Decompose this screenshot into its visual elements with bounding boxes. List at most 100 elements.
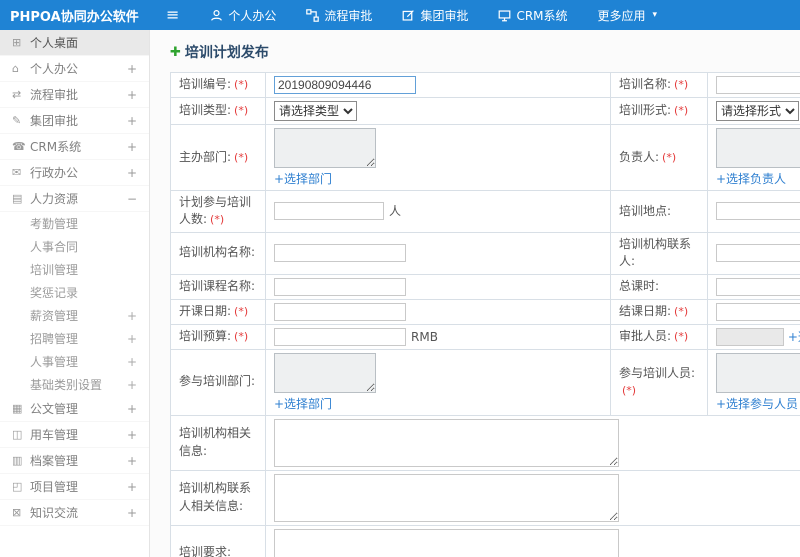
course-name-input[interactable] bbox=[274, 277, 406, 296]
required-marker: (*) bbox=[234, 329, 249, 343]
field-label: 总课时: bbox=[610, 273, 708, 300]
select-approver-link[interactable]: +选择审批人员 bbox=[788, 330, 800, 344]
select-join-dept-link[interactable]: +选择部门 bbox=[274, 395, 332, 412]
sidebar-subitem-attendance[interactable]: 考勤管理 bbox=[0, 212, 149, 235]
sidebar-subitem-salary[interactable]: 薪资管理 + bbox=[0, 304, 149, 327]
training-type-select[interactable]: 请选择类型 bbox=[274, 101, 357, 121]
expand-icon: + bbox=[126, 505, 137, 520]
sidebar-item-process-approval[interactable]: ⇄ 流程审批 + bbox=[0, 82, 149, 108]
project-icon: ◰ bbox=[12, 480, 23, 493]
form-row: 开课日期: (*) 结课日期: (*) bbox=[170, 298, 800, 325]
select-dept-link[interactable]: +选择部门 bbox=[274, 170, 332, 187]
topnav-process-approval[interactable]: 流程审批 bbox=[291, 0, 387, 30]
host-dept-textarea[interactable] bbox=[274, 128, 376, 168]
sidebar-item-group-approval[interactable]: ✎ 集团审批 + bbox=[0, 108, 149, 134]
start-date-input[interactable] bbox=[274, 302, 406, 321]
select-leader-link[interactable]: +选择负责人 bbox=[716, 170, 786, 187]
form-row: 培训要求: bbox=[170, 524, 800, 557]
sidebar-item-hr[interactable]: ▤ 人力资源 − bbox=[0, 186, 149, 212]
topnav-group-approval[interactable]: 集团审批 bbox=[387, 0, 483, 30]
sidebar-subitem-training[interactable]: 培训管理 bbox=[0, 258, 149, 281]
end-date-input[interactable] bbox=[716, 302, 800, 321]
training-place-input[interactable] bbox=[716, 202, 800, 221]
document-icon: ▦ bbox=[12, 402, 23, 415]
form-row: 计划参与培训人数: (*) 人 培训地点: bbox=[170, 190, 800, 233]
topnav-personal-office[interactable]: 个人办公 bbox=[195, 0, 291, 30]
add-icon: ✚ bbox=[170, 44, 181, 60]
required-marker: (*) bbox=[234, 78, 249, 92]
vehicle-icon: ◫ bbox=[12, 428, 23, 441]
join-person-textarea[interactable] bbox=[716, 352, 800, 393]
topnav-crm[interactable]: CRM系统 bbox=[483, 0, 582, 30]
sidebar-item-project[interactable]: ◰ 项目管理 + bbox=[0, 474, 149, 500]
form-row: 培训机构名称: 培训机构联系人: bbox=[170, 231, 800, 275]
required-marker: (*) bbox=[210, 213, 225, 227]
topbar: PHPOA协同办公软件 ≡ 个人办公 流程审批 集团审批 CRM系统 更多应用 … bbox=[0, 0, 800, 30]
sidebar-subitem-reward-punishment[interactable]: 奖惩记录 bbox=[0, 281, 149, 304]
requirement-textarea[interactable] bbox=[274, 528, 619, 557]
approver-input[interactable] bbox=[716, 327, 784, 346]
org-contact-input[interactable] bbox=[716, 244, 800, 263]
sidebar-subitem-personnel[interactable]: 人事管理 + bbox=[0, 350, 149, 373]
sidebar-item-knowledge[interactable]: ⊠ 知识交流 + bbox=[0, 500, 149, 526]
org-name-input[interactable] bbox=[274, 244, 406, 263]
expand-icon: + bbox=[126, 87, 137, 102]
field-label: 参与培训人员:(*) bbox=[610, 348, 708, 416]
mail-icon: ✉ bbox=[12, 166, 22, 179]
knowledge-icon: ⊠ bbox=[12, 506, 22, 519]
sidebar-item-archive[interactable]: ▥ 档案管理 + bbox=[0, 448, 149, 474]
training-mode-select[interactable]: 请选择形式 bbox=[716, 101, 799, 121]
page-title: ✚ 培训计划发布 bbox=[170, 42, 800, 62]
budget-input[interactable] bbox=[274, 327, 406, 346]
budget-unit: RMB bbox=[411, 329, 438, 344]
field-label: 培训形式: (*) bbox=[610, 97, 708, 125]
field-label: 培训要求: bbox=[170, 524, 266, 557]
form-row: 培训编号:(*) 培训名称:(*) bbox=[170, 72, 800, 98]
sidebar-item-personal-office[interactable]: ⌂ 个人办公 + bbox=[0, 56, 149, 82]
org-contact-info-textarea[interactable] bbox=[274, 473, 619, 522]
phone-icon: ☎ bbox=[12, 140, 26, 153]
required-marker: (*) bbox=[234, 104, 249, 118]
sidebar-subitem-base-category[interactable]: 基础类别设置 + bbox=[0, 373, 149, 396]
select-join-person-link[interactable]: +选择参与人员 bbox=[716, 395, 798, 412]
topnav-label: 流程审批 bbox=[324, 8, 373, 23]
expand-icon: + bbox=[126, 139, 137, 154]
sidebar-item-personal-desktop[interactable]: ⊞ 个人桌面 bbox=[0, 30, 149, 56]
chevron-down-icon: ▾ bbox=[652, 10, 658, 20]
leader-textarea[interactable] bbox=[716, 128, 800, 168]
topnav-more-apps[interactable]: 更多应用 ▾ bbox=[583, 0, 673, 30]
sidebar-item-vehicle[interactable]: ◫ 用车管理 + bbox=[0, 422, 149, 448]
sidebar-subitem-personnel-contract[interactable]: 人事合同 bbox=[0, 235, 149, 258]
sidebar-subitem-recruitment[interactable]: 招聘管理 + bbox=[0, 327, 149, 350]
sidebar-item-document[interactable]: ▦ 公文管理 + bbox=[0, 396, 149, 422]
expand-icon: + bbox=[126, 427, 137, 442]
org-info-textarea[interactable] bbox=[274, 418, 619, 467]
sidebar-item-crm[interactable]: ☎ CRM系统 + bbox=[0, 134, 149, 160]
flow-icon: ⇄ bbox=[12, 88, 22, 101]
participant-count-input[interactable] bbox=[274, 202, 384, 221]
edit-icon: ✎ bbox=[12, 114, 22, 127]
form-row: 培训机构相关信息: bbox=[170, 414, 800, 471]
topnav-label: 个人办公 bbox=[228, 8, 277, 23]
expand-icon: + bbox=[126, 401, 137, 416]
field-label: 培训机构名称: bbox=[170, 231, 266, 275]
training-name-input[interactable] bbox=[716, 76, 800, 94]
total-hours-input[interactable] bbox=[716, 277, 800, 296]
required-marker: (*) bbox=[622, 384, 637, 398]
required-marker: (*) bbox=[674, 78, 689, 92]
required-marker: (*) bbox=[234, 304, 249, 318]
menu-toggle-icon[interactable]: ≡ bbox=[150, 0, 195, 30]
training-no-input[interactable] bbox=[274, 76, 416, 94]
field-label: 培训地点: bbox=[610, 190, 708, 233]
join-dept-textarea[interactable] bbox=[274, 352, 376, 393]
desktop-icon: ⊞ bbox=[12, 36, 22, 49]
field-label: 培训类型: (*) bbox=[170, 97, 266, 125]
sidebar-item-admin-office[interactable]: ✉ 行政办公 + bbox=[0, 160, 149, 186]
field-label: 培训编号: (*) bbox=[170, 72, 266, 98]
hr-icon: ▤ bbox=[12, 192, 23, 205]
topnav-label: 集团审批 bbox=[420, 8, 469, 23]
form-row: 培训预算:(*) RMB 审批人员:(*) +选择审批人员 bbox=[170, 323, 800, 350]
sidebar: ⊞ 个人桌面 ⌂ 个人办公 + ⇄ 流程审批 + ✎ 集团审批 + ☎ CRM系… bbox=[0, 30, 150, 557]
training-plan-form: 培训编号:(*) 培训名称:(*) 培训类型:(*) 请选择类型 培训形式:(*… bbox=[170, 72, 800, 557]
field-label: 培训课程名称: bbox=[170, 273, 266, 300]
